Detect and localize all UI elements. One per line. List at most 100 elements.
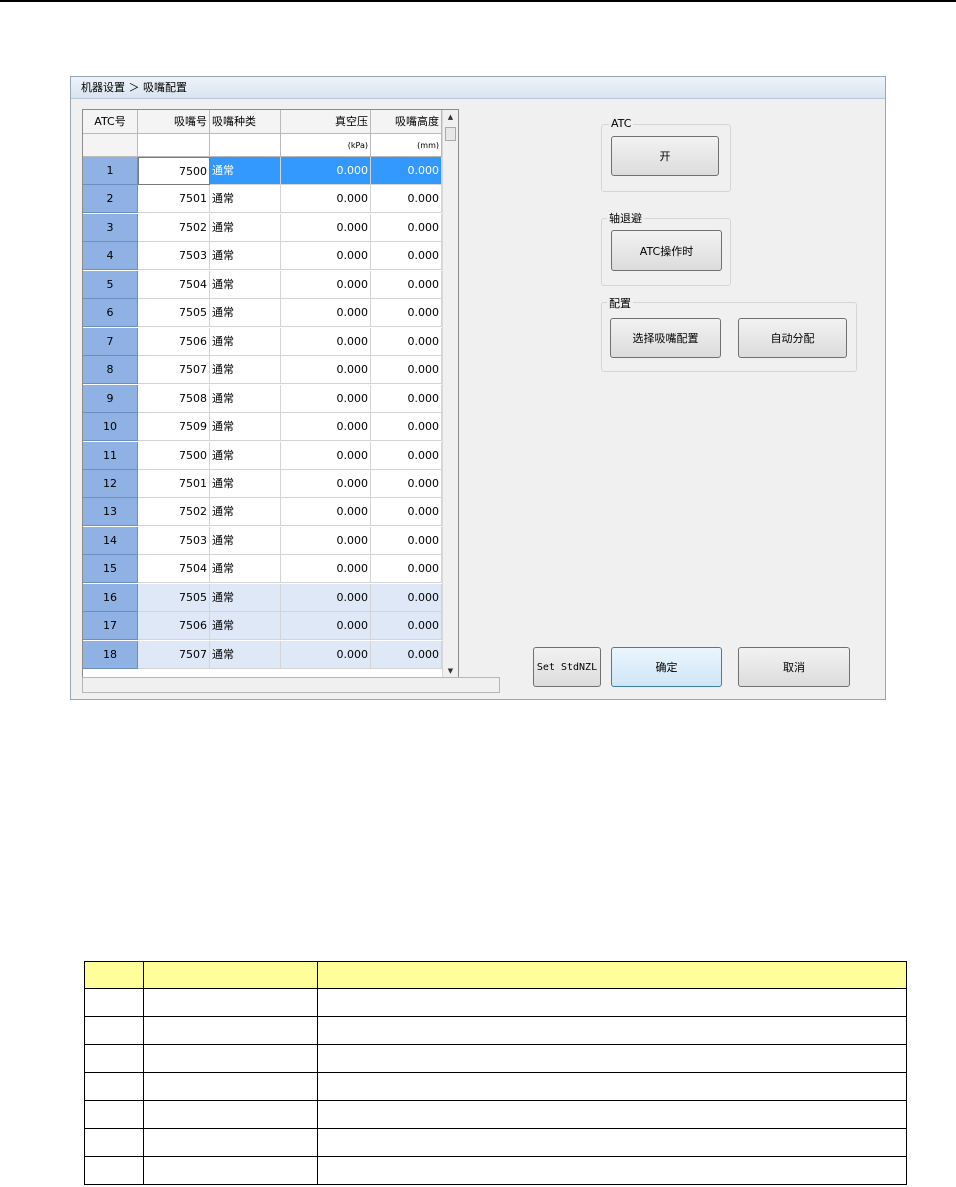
row-nozzle-type[interactable]: 通常 (210, 384, 281, 413)
cancel-button[interactable]: 取消 (738, 647, 850, 687)
row-nozzle-number[interactable]: 7505 (138, 583, 210, 612)
row-atc-number[interactable]: 16 (83, 583, 138, 612)
table-row[interactable]: 11 7500 通常 0.000 0.000 (83, 441, 442, 470)
row-nozzle-height[interactable]: 0.000 (371, 327, 442, 356)
row-atc-number[interactable]: 7 (83, 327, 138, 356)
row-vacuum[interactable]: 0.000 (281, 384, 371, 413)
row-nozzle-number[interactable]: 7500 (138, 441, 210, 470)
row-nozzle-number[interactable]: 7509 (138, 413, 210, 442)
scrollbar-thumb[interactable] (445, 127, 456, 141)
row-nozzle-height[interactable]: 0.000 (371, 441, 442, 470)
row-atc-number[interactable]: 11 (83, 441, 138, 470)
row-atc-number[interactable]: 10 (83, 413, 138, 442)
row-nozzle-number[interactable]: 7501 (138, 469, 210, 498)
row-vacuum[interactable]: 0.000 (281, 469, 371, 498)
col-header-height[interactable]: 吸嘴高度 (371, 110, 442, 134)
row-vacuum[interactable]: 0.000 (281, 640, 371, 669)
row-atc-number[interactable]: 5 (83, 270, 138, 299)
row-nozzle-type[interactable]: 通常 (210, 469, 281, 498)
row-atc-number[interactable]: 4 (83, 242, 138, 271)
row-atc-number[interactable]: 1 (83, 157, 138, 185)
col-header-vacuum[interactable]: 真空压 (281, 110, 371, 134)
row-nozzle-height[interactable]: 0.000 (371, 384, 442, 413)
row-atc-number[interactable]: 2 (83, 185, 138, 214)
row-vacuum[interactable]: 0.000 (281, 327, 371, 356)
row-vacuum[interactable]: 0.000 (281, 356, 371, 385)
row-atc-number[interactable]: 17 (83, 612, 138, 641)
row-nozzle-number[interactable]: 7503 (138, 242, 210, 271)
row-nozzle-number[interactable]: 7504 (138, 270, 210, 299)
row-nozzle-number[interactable]: 7507 (138, 640, 210, 669)
row-vacuum[interactable]: 0.000 (281, 213, 371, 242)
row-vacuum[interactable]: 0.000 (281, 413, 371, 442)
row-nozzle-height[interactable]: 0.000 (371, 356, 442, 385)
row-nozzle-type[interactable]: 通常 (210, 185, 281, 214)
row-nozzle-number[interactable]: 7503 (138, 526, 210, 555)
row-nozzle-type[interactable]: 通常 (210, 555, 281, 584)
row-nozzle-height[interactable]: 0.000 (371, 299, 442, 328)
row-vacuum[interactable]: 0.000 (281, 242, 371, 271)
row-nozzle-height[interactable]: 0.000 (371, 469, 442, 498)
row-nozzle-type[interactable]: 通常 (210, 441, 281, 470)
atc-operation-button[interactable]: ATC操作时 (611, 230, 722, 271)
row-nozzle-height[interactable]: 0.000 (371, 213, 442, 242)
row-nozzle-type[interactable]: 通常 (210, 583, 281, 612)
table-row[interactable]: 18 7507 通常 0.000 0.000 (83, 640, 442, 669)
row-nozzle-type[interactable]: 通常 (210, 157, 281, 185)
row-nozzle-height[interactable]: 0.000 (371, 555, 442, 584)
row-vacuum[interactable]: 0.000 (281, 555, 371, 584)
row-nozzle-type[interactable]: 通常 (210, 526, 281, 555)
row-nozzle-number[interactable]: 7506 (138, 612, 210, 641)
grid-horizontal-scrollbar[interactable] (82, 677, 500, 693)
ok-button[interactable]: 确定 (611, 647, 722, 687)
table-row[interactable]: 8 7507 通常 0.000 0.000 (83, 356, 442, 385)
atc-toggle-button[interactable]: 开 (611, 136, 719, 176)
row-nozzle-number[interactable]: 7502 (138, 213, 210, 242)
table-row[interactable]: 14 7503 通常 0.000 0.000 (83, 526, 442, 555)
row-nozzle-number[interactable]: 7508 (138, 384, 210, 413)
table-row[interactable]: 10 7509 通常 0.000 0.000 (83, 413, 442, 442)
row-vacuum[interactable]: 0.000 (281, 441, 371, 470)
row-nozzle-number[interactable]: 7505 (138, 299, 210, 328)
row-vacuum[interactable]: 0.000 (281, 526, 371, 555)
row-nozzle-height[interactable]: 0.000 (371, 413, 442, 442)
row-nozzle-number[interactable]: 7502 (138, 498, 210, 527)
row-nozzle-height[interactable]: 0.000 (371, 242, 442, 271)
row-nozzle-type[interactable]: 通常 (210, 213, 281, 242)
row-nozzle-height[interactable]: 0.000 (371, 526, 442, 555)
row-atc-number[interactable]: 9 (83, 384, 138, 413)
nozzle-grid[interactable]: ATC号 吸嘴号 吸嘴种类 真空压 吸嘴高度 (kPa) (mm) 1 7500 通… (82, 109, 459, 679)
table-row[interactable]: 15 7504 通常 0.000 0.000 (83, 555, 442, 584)
row-nozzle-height[interactable]: 0.000 (371, 270, 442, 299)
row-nozzle-height[interactable]: 0.000 (371, 157, 442, 185)
row-atc-number[interactable]: 6 (83, 299, 138, 328)
row-atc-number[interactable]: 8 (83, 356, 138, 385)
row-vacuum[interactable]: 0.000 (281, 185, 371, 214)
table-row[interactable]: 6 7505 通常 0.000 0.000 (83, 299, 442, 328)
set-std-nozzle-button[interactable]: Set StdNZL (533, 647, 601, 687)
table-row[interactable]: 17 7506 通常 0.000 0.000 (83, 612, 442, 641)
row-vacuum[interactable]: 0.000 (281, 583, 371, 612)
row-nozzle-type[interactable]: 通常 (210, 640, 281, 669)
table-row[interactable]: 9 7508 通常 0.000 0.000 (83, 384, 442, 413)
row-atc-number[interactable]: 18 (83, 640, 138, 669)
row-nozzle-height[interactable]: 0.000 (371, 640, 442, 669)
table-row[interactable]: 1 7500 通常 0.000 0.000 (83, 157, 442, 185)
row-vacuum[interactable]: 0.000 (281, 299, 371, 328)
scroll-up-arrow-icon[interactable]: ▲ (443, 110, 458, 124)
row-vacuum[interactable]: 0.000 (281, 498, 371, 527)
row-nozzle-height[interactable]: 0.000 (371, 185, 442, 214)
select-nozzle-config-button[interactable]: 选择吸嘴配置 (610, 318, 721, 358)
table-row[interactable]: 7 7506 通常 0.000 0.000 (83, 327, 442, 356)
row-nozzle-type[interactable]: 通常 (210, 270, 281, 299)
col-header-atc[interactable]: ATC号 (83, 110, 138, 134)
row-vacuum[interactable]: 0.000 (281, 270, 371, 299)
col-header-nozzle-type[interactable]: 吸嘴种类 (210, 110, 281, 134)
row-nozzle-type[interactable]: 通常 (210, 612, 281, 641)
row-atc-number[interactable]: 14 (83, 526, 138, 555)
row-atc-number[interactable]: 12 (83, 469, 138, 498)
grid-vertical-scrollbar[interactable]: ▲ ▼ (442, 110, 458, 678)
row-nozzle-height[interactable]: 0.000 (371, 612, 442, 641)
row-atc-number[interactable]: 13 (83, 498, 138, 527)
row-nozzle-number[interactable]: 7504 (138, 555, 210, 584)
